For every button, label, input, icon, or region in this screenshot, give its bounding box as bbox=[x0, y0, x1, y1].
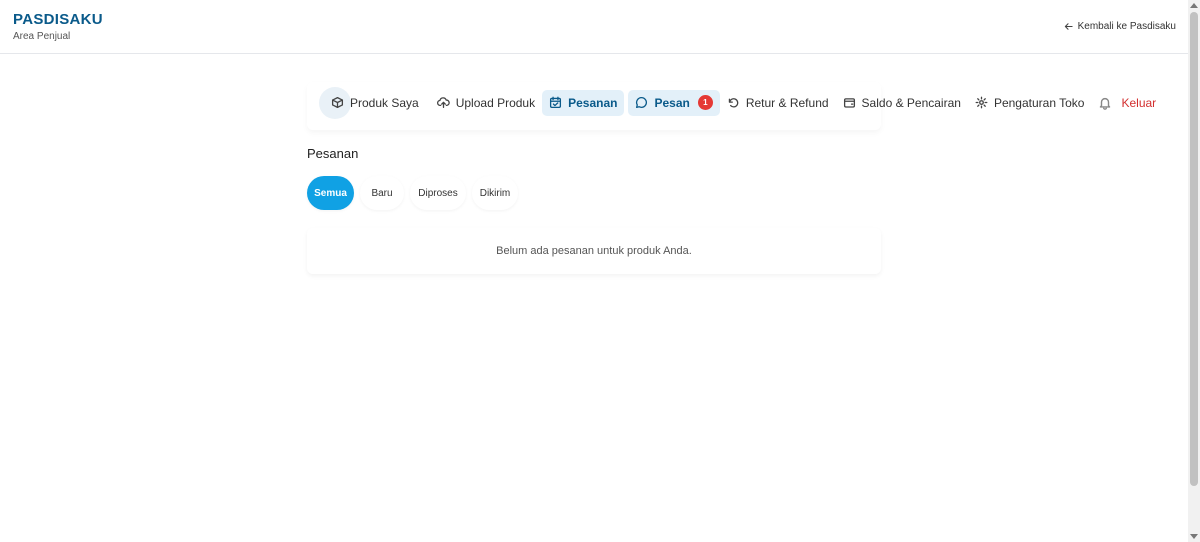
scroll-down-arrow-icon[interactable] bbox=[1190, 534, 1198, 539]
tab-baru[interactable]: Baru bbox=[360, 176, 404, 210]
cloud-upload-icon bbox=[436, 97, 450, 109]
nav-item-logout[interactable]: Keluar bbox=[1091, 90, 1163, 116]
order-status-tabs: Semua Baru Diproses Dikirim bbox=[307, 176, 518, 210]
brand-subtitle: Area Penjual bbox=[13, 31, 71, 42]
bell-icon bbox=[1100, 97, 1111, 110]
back-to-store-link[interactable]: Kembali ke Pasdisaku bbox=[1064, 21, 1176, 32]
nav-item-pengaturan-toko[interactable]: Pengaturan Toko bbox=[968, 90, 1092, 116]
nav-item-label: Saldo & Pencairan bbox=[861, 95, 961, 110]
nav-item-saldo-pencairan[interactable]: Saldo & Pencairan bbox=[836, 90, 968, 116]
nav-item-pesanan[interactable]: Pesanan bbox=[542, 89, 625, 116]
nav-item-label: Upload Produk bbox=[455, 95, 536, 110]
nav-item-upload-produk[interactable]: Upload Produk bbox=[430, 90, 542, 116]
vertical-scrollbar[interactable] bbox=[1188, 0, 1200, 542]
undo-icon bbox=[728, 98, 739, 108]
tab-diproses[interactable]: Diproses bbox=[410, 176, 466, 210]
unread-badge: 1 bbox=[697, 95, 713, 110]
wallet-icon bbox=[843, 98, 855, 108]
nav-item-label: Produk Saya bbox=[350, 95, 419, 110]
page-title: Pesanan bbox=[307, 146, 359, 161]
logout-label: Keluar bbox=[1121, 95, 1157, 110]
empty-orders-card: Belum ada pesanan untuk produk Anda. bbox=[307, 228, 881, 274]
chat-bubble-icon bbox=[636, 96, 648, 109]
arrow-left-icon bbox=[1064, 23, 1073, 30]
top-header: PASDISAKU Area Penjual Kembali ke Pasdis… bbox=[0, 0, 1188, 54]
nav-item-label: Retur & Refund bbox=[745, 95, 829, 110]
nav-item-produk-saya[interactable]: Produk Saya bbox=[319, 86, 426, 119]
nav-item-retur-refund[interactable]: Retur & Refund bbox=[720, 90, 836, 116]
gear-icon bbox=[975, 96, 988, 109]
box-icon bbox=[331, 96, 344, 109]
nav-item-label: Pengaturan Toko bbox=[993, 95, 1085, 110]
nav-item-label: Pesanan bbox=[568, 95, 618, 110]
scroll-up-arrow-icon[interactable] bbox=[1190, 3, 1198, 8]
brand-logo-text[interactable]: PASDISAKU bbox=[13, 11, 103, 28]
nav-item-pesan[interactable]: Pesan 1 bbox=[628, 89, 720, 116]
seller-nav: Produk Saya Upload Produk Pesanan Pesan … bbox=[319, 86, 1163, 119]
back-link-label: Kembali ke Pasdisaku bbox=[1077, 21, 1176, 32]
calendar-check-icon bbox=[550, 96, 562, 109]
scroll-thumb[interactable] bbox=[1190, 12, 1198, 486]
empty-state-message: Belum ada pesanan untuk produk Anda. bbox=[496, 245, 692, 257]
nav-item-label: Pesan bbox=[654, 95, 690, 110]
tab-dikirim[interactable]: Dikirim bbox=[472, 176, 518, 210]
tab-semua[interactable]: Semua bbox=[307, 176, 354, 210]
brand[interactable]: PASDISAKU Area Penjual bbox=[13, 11, 103, 42]
